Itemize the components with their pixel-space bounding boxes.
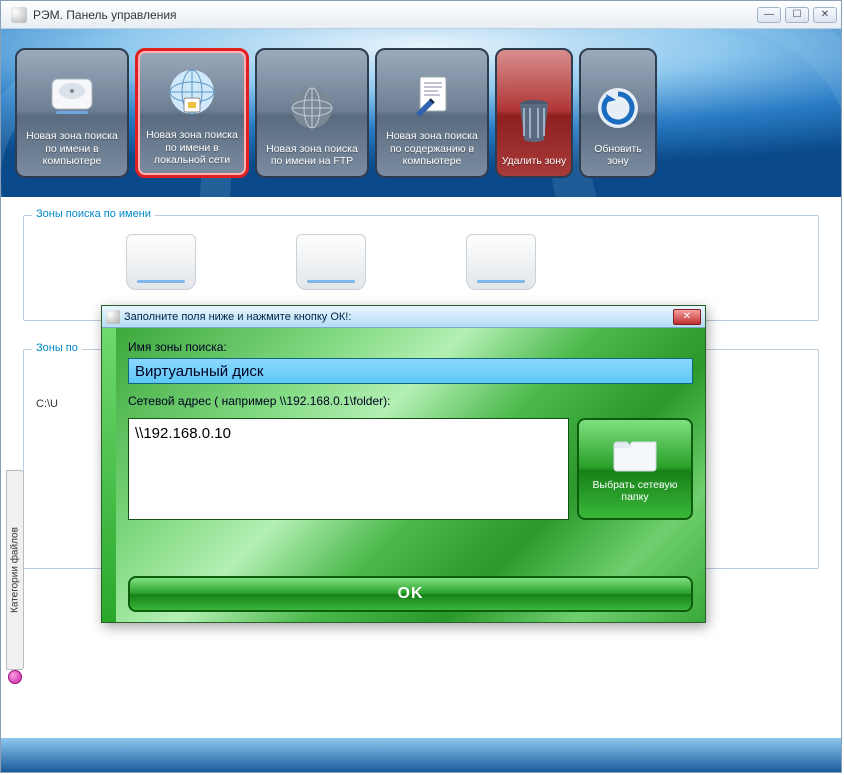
pin-icon[interactable] bbox=[8, 670, 22, 684]
dialog-side-accent bbox=[102, 328, 116, 622]
refresh-icon bbox=[587, 77, 649, 139]
toolbar-label: Удалить зону bbox=[502, 155, 567, 168]
network-globe-icon bbox=[161, 63, 223, 125]
toolbar-label: Новая зона поиска по имени в компьютере bbox=[21, 130, 123, 168]
app-icon bbox=[11, 7, 27, 23]
hard-drive-icon bbox=[41, 64, 103, 126]
dialog-icon bbox=[106, 310, 120, 324]
dialog-titlebar: Заполните поля ниже и нажмите кнопку ОК!… bbox=[102, 306, 705, 328]
maximize-button[interactable]: ☐ bbox=[785, 7, 809, 23]
drive-icon[interactable] bbox=[466, 234, 536, 290]
toolbar-ribbon: Новая зона поиска по имени в компьютере … bbox=[1, 29, 841, 197]
browse-network-folder-button[interactable]: Выбрать сетевую папку bbox=[577, 418, 693, 520]
zone-name-input[interactable] bbox=[128, 358, 693, 384]
close-button[interactable]: ✕ bbox=[813, 7, 837, 23]
toolbar-label: Новая зона поиска по имени в локальной с… bbox=[142, 129, 242, 167]
zone-name-label: Имя зоны поиска: bbox=[128, 340, 693, 354]
network-address-input[interactable] bbox=[128, 418, 569, 520]
main-window: РЭМ. Панель управления — ☐ ✕ Новая зона … bbox=[0, 0, 842, 773]
window-title: РЭМ. Панель управления bbox=[33, 8, 757, 22]
folder-icon bbox=[610, 435, 660, 475]
ok-button[interactable]: OK bbox=[128, 576, 693, 612]
toolbar-label: Новая зона поиска по содержанию в компью… bbox=[381, 130, 483, 168]
document-pen-icon bbox=[401, 64, 463, 126]
new-zone-network-button[interactable]: Новая зона поиска по имени в локальной с… bbox=[135, 48, 249, 178]
minimize-button[interactable]: — bbox=[757, 7, 781, 23]
new-zone-computer-button[interactable]: Новая зона поиска по имени в компьютере bbox=[15, 48, 129, 178]
new-zone-ftp-button[interactable]: Новая зона поиска по имени на FTP bbox=[255, 48, 369, 178]
delete-zone-button[interactable]: Удалить зону bbox=[495, 48, 573, 178]
network-address-label: Сетевой адрес ( например \\192.168.0.1\f… bbox=[128, 394, 693, 408]
drive-icon[interactable] bbox=[126, 234, 196, 290]
toolbar-label: Обновить зону bbox=[585, 143, 651, 168]
ok-label: OK bbox=[398, 585, 424, 603]
categories-tab[interactable]: Категории файлов bbox=[6, 470, 24, 670]
refresh-zone-button[interactable]: Обновить зону bbox=[579, 48, 657, 178]
browse-label: Выбрать сетевую папку bbox=[583, 479, 687, 503]
new-zone-content-button[interactable]: Новая зона поиска по содержанию в компью… bbox=[375, 48, 489, 178]
drive-icon[interactable] bbox=[296, 234, 366, 290]
toolbar-label: Новая зона поиска по имени на FTP bbox=[261, 143, 363, 168]
dialog-title: Заполните поля ниже и нажмите кнопку ОК!… bbox=[124, 311, 351, 323]
trash-icon bbox=[503, 89, 565, 151]
dialog-close-button[interactable]: ✕ bbox=[673, 309, 701, 325]
group-legend: Зоны поиска по имени bbox=[32, 208, 155, 220]
status-bar bbox=[1, 738, 841, 772]
group-legend: Зоны по bbox=[32, 342, 82, 354]
titlebar: РЭМ. Панель управления — ☐ ✕ bbox=[1, 1, 841, 29]
new-zone-dialog: Заполните поля ниже и нажмите кнопку ОК!… bbox=[101, 305, 706, 623]
ftp-globe-icon bbox=[281, 77, 343, 139]
